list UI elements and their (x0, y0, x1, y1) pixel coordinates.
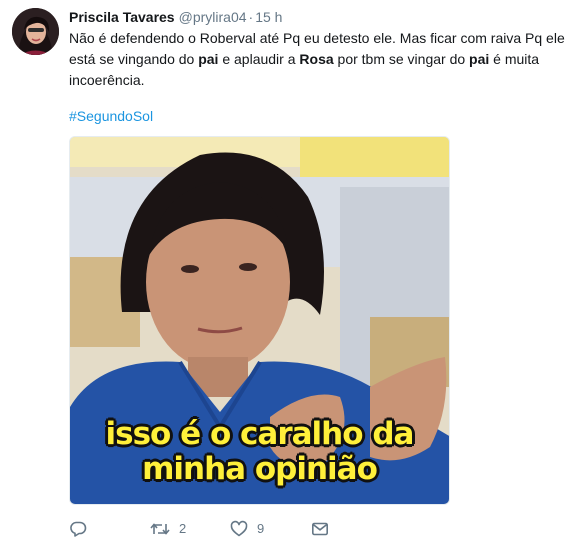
like-count: 9 (257, 521, 265, 536)
tweet-text-part: por tbm se vingar do (333, 51, 470, 67)
envelope-icon (311, 520, 329, 538)
reply-button[interactable] (69, 519, 87, 539)
reply-icon (69, 520, 87, 538)
gif-caption-line2: minha opinião (142, 451, 378, 487)
author-handle[interactable]: @prylira04 (179, 9, 247, 25)
author-name[interactable]: Priscila Tavares (69, 9, 175, 25)
media-gif[interactable]: isso é o caralho da minha opinião (69, 136, 450, 505)
hashtag-link[interactable]: #SegundoSol (69, 107, 153, 125)
tweet: Priscila Tavares @prylira04 · 15 h Não é de… (0, 0, 582, 544)
retweet-icon (150, 520, 170, 538)
like-button[interactable]: 9 (230, 519, 264, 539)
tweet-text: Não é defendendo o Roberval até Pq eu de… (69, 28, 569, 91)
direct-message-button[interactable] (311, 519, 329, 539)
tweet-header: Priscila Tavares @prylira04 · 15 h (69, 8, 282, 26)
tweet-text-part: e aplaudir a (218, 51, 300, 67)
gif-caption-line1: isso é o caralho da (105, 416, 415, 452)
tweet-timestamp[interactable]: 15 h (255, 9, 282, 25)
retweet-count: 2 (179, 521, 187, 536)
avatar[interactable] (12, 8, 59, 55)
tweet-text-bold: pai (469, 51, 490, 67)
tweet-actions: 2 9 (69, 519, 469, 539)
heart-icon (230, 520, 248, 538)
separator-dot: · (248, 9, 254, 25)
tweet-text-bold: pai (198, 51, 219, 67)
tweet-text-bold: Rosa (299, 51, 334, 67)
retweet-button[interactable]: 2 (150, 519, 186, 539)
